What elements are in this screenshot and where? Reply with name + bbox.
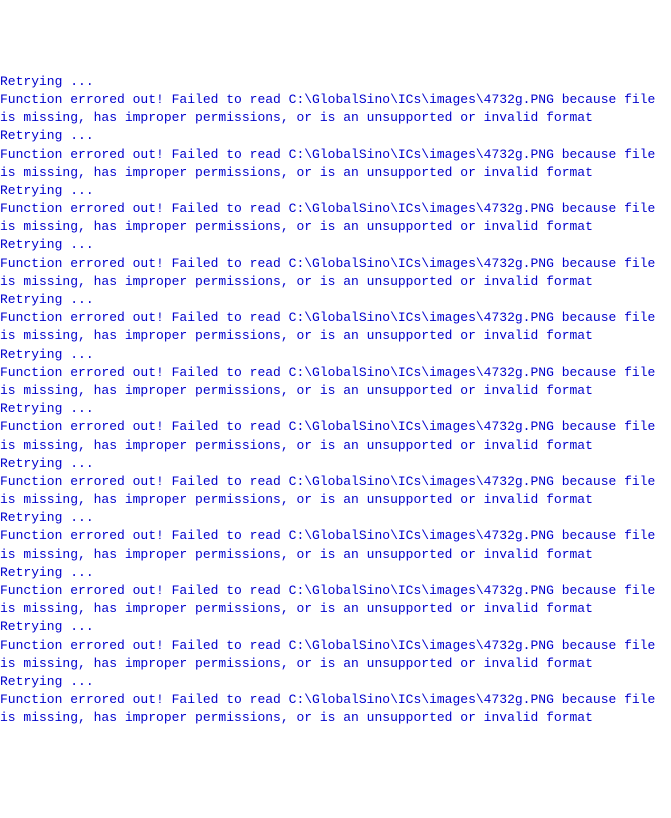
retry-line: Retrying ... [0,182,671,200]
error-line: Function errored out! Failed to read C:\… [0,691,671,727]
retry-line: Retrying ... [0,236,671,254]
error-line: Function errored out! Failed to read C:\… [0,473,671,509]
console-output: Retrying ...Function errored out! Failed… [0,73,671,728]
retry-line: Retrying ... [0,291,671,309]
retry-line: Retrying ... [0,564,671,582]
retry-line: Retrying ... [0,509,671,527]
error-line: Function errored out! Failed to read C:\… [0,309,671,345]
error-line: Function errored out! Failed to read C:\… [0,255,671,291]
retry-line: Retrying ... [0,400,671,418]
error-line: Function errored out! Failed to read C:\… [0,418,671,454]
retry-line: Retrying ... [0,455,671,473]
retry-line: Retrying ... [0,73,671,91]
retry-line: Retrying ... [0,673,671,691]
retry-line: Retrying ... [0,618,671,636]
error-line: Function errored out! Failed to read C:\… [0,637,671,673]
error-line: Function errored out! Failed to read C:\… [0,582,671,618]
retry-line: Retrying ... [0,127,671,145]
error-line: Function errored out! Failed to read C:\… [0,91,671,127]
retry-line: Retrying ... [0,346,671,364]
error-line: Function errored out! Failed to read C:\… [0,527,671,563]
error-line: Function errored out! Failed to read C:\… [0,200,671,236]
error-line: Function errored out! Failed to read C:\… [0,146,671,182]
error-line: Function errored out! Failed to read C:\… [0,364,671,400]
